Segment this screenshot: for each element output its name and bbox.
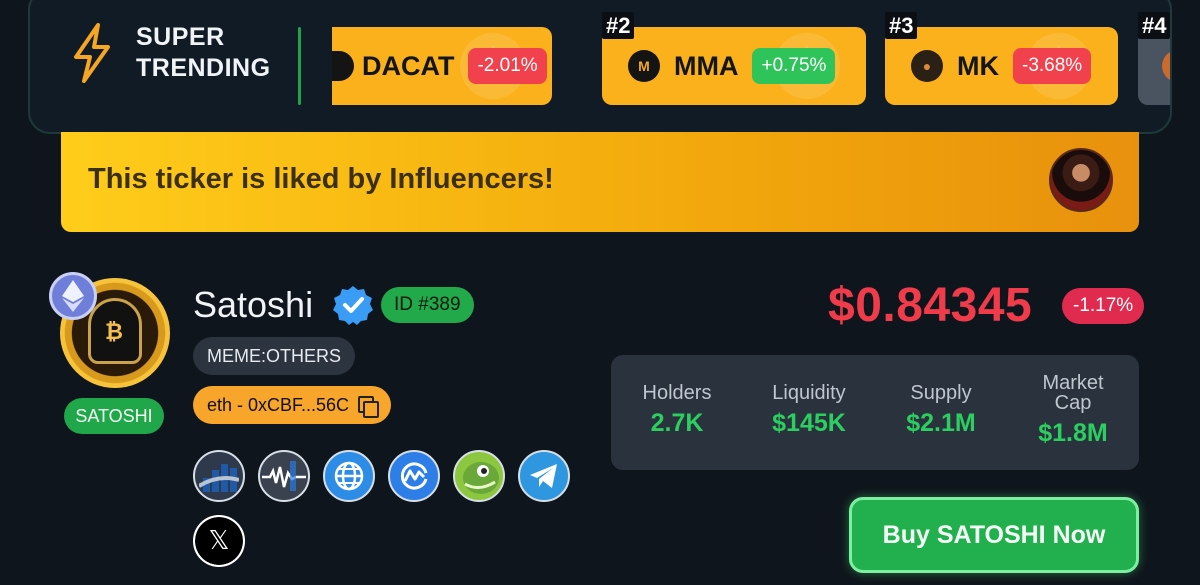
stat-value: $2.1M — [906, 409, 976, 437]
stat-label: Market Cap — [1042, 372, 1104, 414]
trending-divider — [298, 27, 301, 105]
coinmarketcap-icon[interactable] — [388, 450, 440, 502]
trending-card[interactable]: ● MK -3.68% — [885, 27, 1118, 105]
verified-badge-icon — [333, 286, 373, 325]
copy-icon[interactable] — [357, 395, 380, 418]
trending-card-name: MK — [957, 50, 999, 81]
trending-card-name: MMA — [674, 50, 739, 81]
trending-title-line1: SUPER — [136, 23, 225, 51]
trending-header: SUPER TRENDING — [68, 22, 271, 84]
trending-rank: #3 — [885, 12, 918, 39]
ethereum-chain-icon — [49, 272, 97, 320]
chart-pulse-icon[interactable] — [258, 450, 310, 502]
buy-button[interactable]: Buy SATOSHI Now — [849, 497, 1139, 573]
trending-card-change: -2.01% — [468, 48, 547, 84]
stat-market-cap: Market Cap $1.8M — [1007, 355, 1139, 470]
influencer-avatar[interactable] — [1049, 148, 1113, 212]
token-id-badge: ID #389 — [381, 287, 474, 323]
dacat-logo-icon — [332, 51, 354, 81]
hooded-figure-icon — [88, 298, 142, 364]
stat-value: $1.8M — [1038, 419, 1108, 447]
globe-icon[interactable] — [323, 450, 375, 502]
contract-address-pill[interactable]: eth - 0xCBF...56C — [193, 386, 392, 424]
super-trending-bar: SUPER TRENDING DACAT -2.01% #2 M MMA +0.… — [28, 0, 1172, 134]
stat-liquidity: Liquidity $145K — [743, 355, 875, 470]
stat-label: Supply — [910, 382, 972, 404]
trending-title: SUPER TRENDING — [136, 22, 271, 84]
trending-carousel[interactable]: DACAT -2.01% #2 M MMA +0.75% #3 ● MK -3.… — [332, 0, 1170, 132]
stat-label: Liquidity — [772, 382, 846, 404]
lightning-icon — [74, 23, 110, 83]
mk-dog-logo-icon: ● — [911, 50, 943, 82]
price-change-badge: -1.17% — [1062, 288, 1145, 324]
contract-address: eth - 0xCBF...56C — [207, 394, 350, 415]
trending-card[interactable]: M MMA +0.75% — [602, 27, 866, 105]
category-badge[interactable]: MEME:OTHERS — [193, 337, 356, 375]
influencer-banner[interactable]: This ticker is liked by Influencers! — [61, 132, 1139, 232]
trending-card-name: DACAT — [362, 50, 455, 81]
trending-card-change: -3.68% — [1013, 48, 1092, 84]
trending-rank: #2 — [602, 12, 635, 39]
trending-card-change: +0.75% — [752, 48, 836, 84]
token-price: $0.84345 — [828, 279, 1033, 332]
influencer-banner-text: This ticker is liked by Influencers! — [88, 163, 554, 195]
trending-card[interactable]: DACAT -2.01% — [332, 27, 552, 105]
stat-value: $145K — [772, 409, 846, 437]
ethereum-icon — [62, 280, 84, 312]
stat-value: 2.7K — [650, 409, 704, 437]
trending-rank: #4 — [1138, 12, 1170, 39]
token-symbol-badge: SATOSHI — [64, 398, 164, 434]
shiba-logo-icon — [1162, 50, 1170, 82]
x-twitter-icon[interactable]: 𝕏 — [193, 515, 245, 567]
token-stats-panel: Holders 2.7K Liquidity $145K Supply $2.1… — [611, 355, 1139, 470]
telegram-icon[interactable] — [518, 450, 570, 502]
trending-title-line2: TRENDING — [136, 54, 271, 82]
mma-logo-icon: M — [628, 50, 660, 82]
stat-supply: Supply $2.1M — [875, 355, 1007, 470]
x-glyph: 𝕏 — [195, 517, 243, 565]
dextools-icon[interactable] — [193, 450, 245, 502]
token-name: Satoshi — [193, 284, 314, 325]
stat-holders: Holders 2.7K — [611, 355, 743, 470]
stat-label: Holders — [642, 382, 712, 404]
coingecko-icon[interactable] — [453, 450, 505, 502]
